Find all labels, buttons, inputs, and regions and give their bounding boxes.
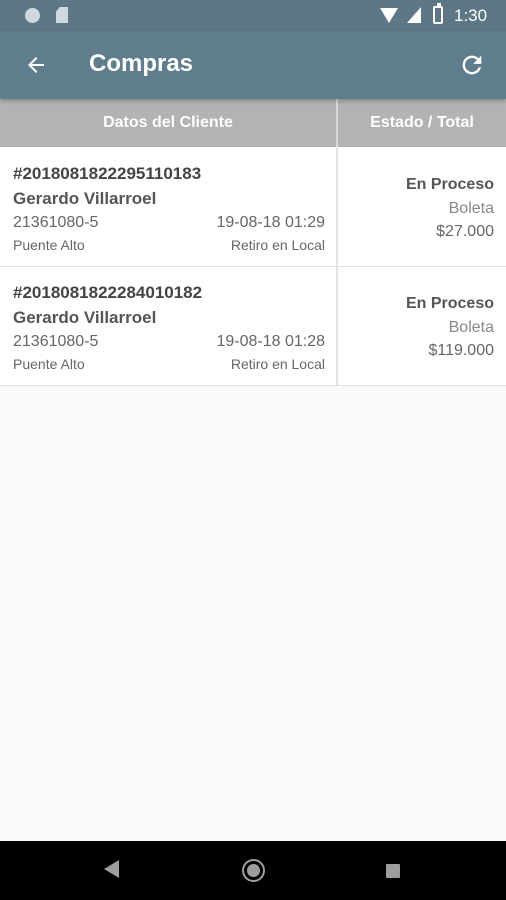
- order-date: 19-08-18 01:28: [216, 333, 325, 350]
- status-time: 1:30: [454, 6, 488, 25]
- client-city: Puente Alto: [13, 356, 85, 372]
- refresh-icon: [462, 55, 482, 75]
- wifi-icon: [380, 8, 398, 23]
- refresh-button[interactable]: [452, 45, 492, 85]
- sd-card-icon: [56, 7, 68, 23]
- column-divider: [336, 148, 338, 266]
- delivery-method: Retiro en Local: [230, 356, 325, 372]
- order-total: $119.000: [428, 342, 494, 359]
- order-id: #2018081822284010182: [13, 283, 203, 302]
- header-client-data: Datos del Cliente: [103, 114, 233, 131]
- header-status-total: Estado / Total: [370, 114, 474, 131]
- table-row[interactable]: #2018081822284010182 Gerardo Villarroel …: [0, 267, 506, 386]
- client-rut: 21361080-5: [13, 333, 99, 350]
- page-title: Compras: [89, 50, 194, 77]
- status-bar: 1:30: [0, 0, 506, 31]
- column-divider: [336, 267, 338, 385]
- document-type: Boleta: [448, 319, 494, 336]
- notification-circle-icon: [25, 8, 40, 23]
- arrow-left-icon: [28, 57, 44, 73]
- navigation-bar: [0, 841, 506, 900]
- order-status: En Proceso: [405, 176, 494, 193]
- app-bar: Compras: [0, 31, 506, 99]
- table-header: Datos del Cliente Estado / Total: [0, 99, 506, 147]
- order-id: #2018081822295110183: [13, 164, 202, 183]
- client-name: Gerardo Villarroel: [13, 308, 157, 327]
- order-date: 19-08-18 01:29: [216, 214, 325, 231]
- document-type: Boleta: [448, 200, 494, 217]
- square-recents-icon[interactable]: [386, 864, 400, 878]
- order-total: $27.000: [436, 223, 494, 240]
- cell-signal-icon: [407, 7, 421, 23]
- circle-home-icon[interactable]: [242, 859, 265, 882]
- client-rut: 21361080-5: [13, 214, 99, 231]
- triangle-back-icon[interactable]: [104, 860, 119, 878]
- battery-icon: [433, 3, 443, 24]
- client-name: Gerardo Villarroel: [13, 189, 157, 208]
- order-status: En Proceso: [405, 295, 494, 312]
- client-city: Puente Alto: [13, 237, 85, 253]
- back-button[interactable]: [16, 45, 56, 85]
- table-row[interactable]: #2018081822295110183 Gerardo Villarroel …: [0, 148, 506, 267]
- delivery-method: Retiro en Local: [230, 237, 325, 253]
